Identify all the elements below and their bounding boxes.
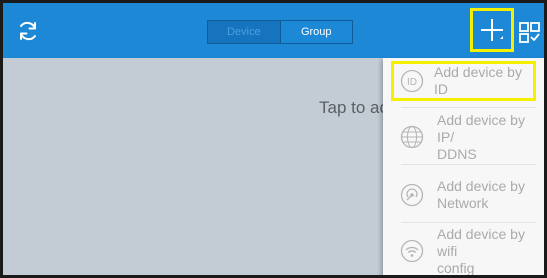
add-button[interactable] <box>470 8 514 52</box>
id-icon: ID <box>400 69 424 93</box>
network-icon <box>400 183 424 207</box>
menu-item-label: Add device by wifi config <box>437 225 525 276</box>
plus-icon <box>481 19 503 41</box>
svg-text:ID: ID <box>407 77 417 88</box>
device-group-toggle: Device Group <box>207 20 353 44</box>
divider <box>401 222 536 223</box>
tab-device[interactable]: Device <box>208 21 280 43</box>
menu-item-add-by-network[interactable]: Add device by Network <box>391 173 536 217</box>
wifi-icon <box>400 239 424 263</box>
refresh-icon[interactable] <box>16 19 40 43</box>
divider <box>401 164 536 165</box>
empty-hint: Tap to ac <box>319 98 388 117</box>
app-window: Device Group Tap to ac ID Add device by … <box>0 0 547 278</box>
menu-item-label: Add device by IP/ DDNS <box>437 111 525 162</box>
add-device-menu: ID Add device by ID Add device by IP/ DD… <box>383 58 544 275</box>
qr-scan-icon[interactable] <box>519 22 540 43</box>
menu-item-add-by-wifi[interactable]: Add device by wifi config <box>391 226 536 275</box>
divider <box>401 107 536 108</box>
menu-item-label: Add device by ID <box>434 64 522 97</box>
globe-icon <box>400 125 424 149</box>
top-bar: Device Group <box>3 3 544 58</box>
menu-item-label: Add device by Network <box>437 178 525 211</box>
tab-group[interactable]: Group <box>279 21 352 43</box>
menu-item-add-by-id[interactable]: ID Add device by ID <box>391 61 536 101</box>
menu-item-add-by-ip[interactable]: Add device by IP/ DDNS <box>391 112 536 162</box>
